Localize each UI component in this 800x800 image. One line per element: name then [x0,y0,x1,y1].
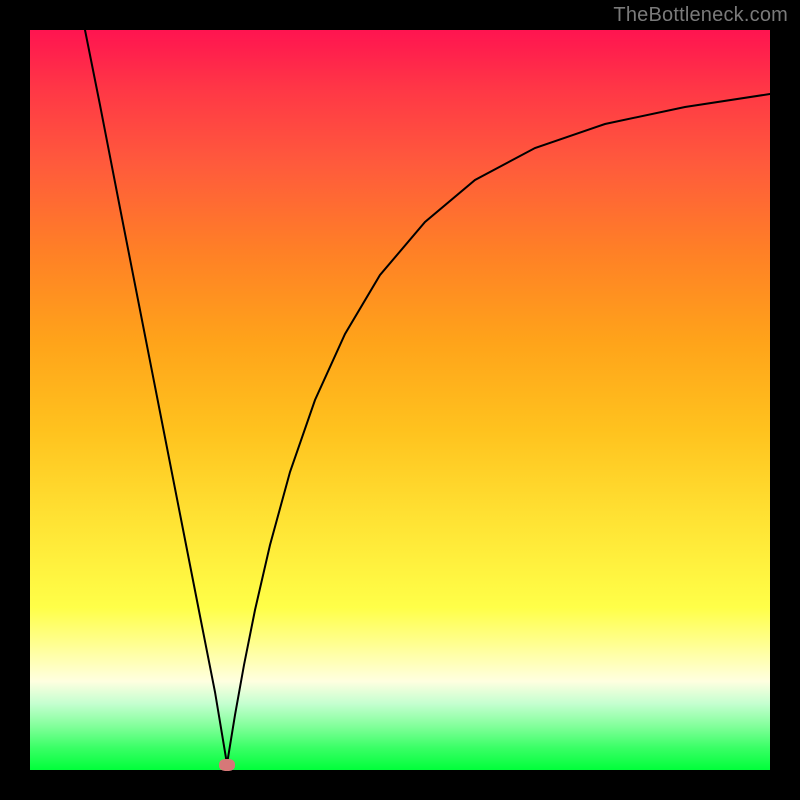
watermark-text: TheBottleneck.com [613,4,788,27]
chart-frame: TheBottleneck.com [0,0,800,800]
curve-path [85,30,770,764]
plot-area [30,30,770,770]
optimum-marker [219,759,235,771]
bottleneck-curve [30,30,770,770]
